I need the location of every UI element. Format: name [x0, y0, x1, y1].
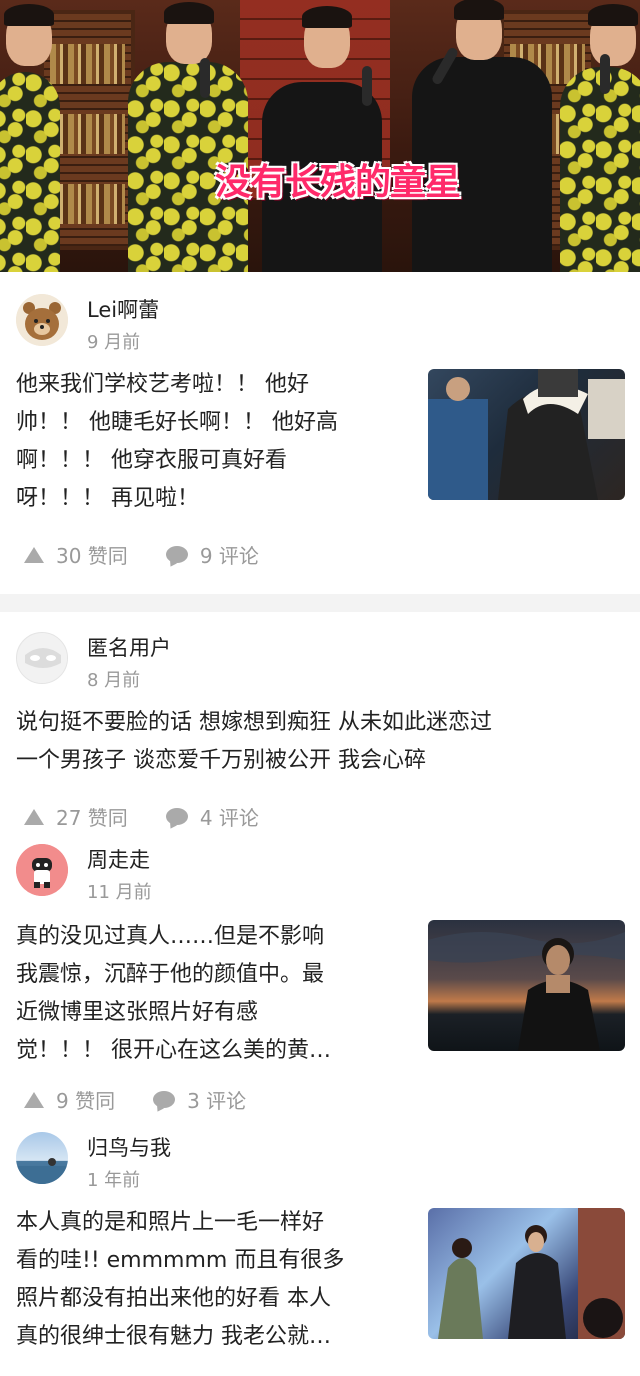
comment-bubble-icon	[165, 546, 188, 563]
comment-button[interactable]: 9 评论	[165, 540, 259, 569]
post-time: 11 月前	[87, 882, 152, 903]
answer-card[interactable]: 归鸟与我 1 年前 本人真的是和照片上一毛一样好 看的哇!! emmmmm 而且…	[0, 1128, 640, 1376]
answer-stats: 30 赞同 9 评论	[24, 540, 297, 569]
comment-bubble-icon	[165, 808, 188, 825]
section-divider	[0, 594, 640, 612]
person-1	[0, 72, 60, 272]
answer-card[interactable]: 周走走 11 月前 真的没见过真人……但是不影响 我震惊，沉醉于他的颜值中。最 …	[0, 840, 640, 1125]
microphone	[362, 66, 372, 106]
answer-card[interactable]: Lei啊蕾 9 月前 他来我们学校艺考啦！！ 他好 帅！！ 他睫毛好长啊！！ 他…	[0, 272, 640, 594]
banner-caption: 没有长残的童星	[215, 162, 461, 203]
post-time: 9 月前	[87, 332, 141, 353]
post-time: 1 年前	[87, 1170, 141, 1191]
username[interactable]: 匿名用户	[87, 632, 171, 662]
post-thumbnail[interactable]	[428, 920, 625, 1051]
microphone	[200, 58, 210, 98]
answer-excerpt[interactable]: 真的没见过真人……但是不影响 我震惊，沉醉于他的颜值中。最 近微博里这张照片好有…	[16, 918, 331, 1070]
avatar[interactable]	[16, 844, 68, 896]
avatar[interactable]	[16, 632, 68, 684]
answer-excerpt[interactable]: 他来我们学校艺考啦！！ 他好 帅！！ 他睫毛好长啊！！ 他好高 啊！！！ 他穿衣…	[16, 366, 338, 518]
comment-bubble-icon	[153, 1091, 176, 1108]
comment-button[interactable]: 4 评论	[165, 802, 259, 831]
username[interactable]: Lei啊蕾	[87, 294, 159, 324]
anonymous-mask-icon	[17, 633, 67, 683]
avatar[interactable]	[16, 1132, 68, 1184]
username[interactable]: 归鸟与我	[87, 1132, 171, 1162]
answer-excerpt[interactable]: 说句挺不要脸的话 想嫁想到痴狂 从未如此迷恋过 一个男孩子 谈恋爱千万别被公开 …	[16, 704, 492, 780]
hero-banner-image[interactable]: 没有长残的童星	[0, 0, 640, 272]
post-thumbnail[interactable]	[428, 1208, 625, 1339]
answer-stats: 9 赞同 3 评论	[24, 1085, 284, 1114]
seaside-avatar-icon	[16, 1158, 68, 1184]
cartoon-avatar-icon	[16, 844, 68, 896]
upvote-button[interactable]: 27 赞同	[24, 802, 128, 831]
post-thumbnail[interactable]	[428, 369, 625, 500]
upvote-button[interactable]: 30 赞同	[24, 540, 128, 569]
upvote-triangle-icon	[24, 546, 44, 563]
microphone	[600, 54, 610, 94]
answer-stats: 27 赞同 4 评论	[24, 802, 297, 831]
answer-card[interactable]: 匿名用户 8 月前 说句挺不要脸的话 想嫁想到痴狂 从未如此迷恋过 一个男孩子 …	[0, 612, 640, 832]
username[interactable]: 周走走	[87, 844, 150, 874]
upvote-triangle-icon	[24, 1091, 44, 1108]
comment-button[interactable]: 3 评论	[153, 1085, 246, 1114]
avatar[interactable]	[16, 294, 68, 346]
bear-avatar-icon	[16, 294, 68, 346]
upvote-button[interactable]: 9 赞同	[24, 1085, 115, 1114]
post-time: 8 月前	[87, 670, 141, 691]
upvote-triangle-icon	[24, 808, 44, 825]
answer-excerpt[interactable]: 本人真的是和照片上一毛一样好 看的哇!! emmmmm 而且有很多 照片都没有拍…	[16, 1204, 344, 1356]
person-5	[560, 67, 640, 272]
